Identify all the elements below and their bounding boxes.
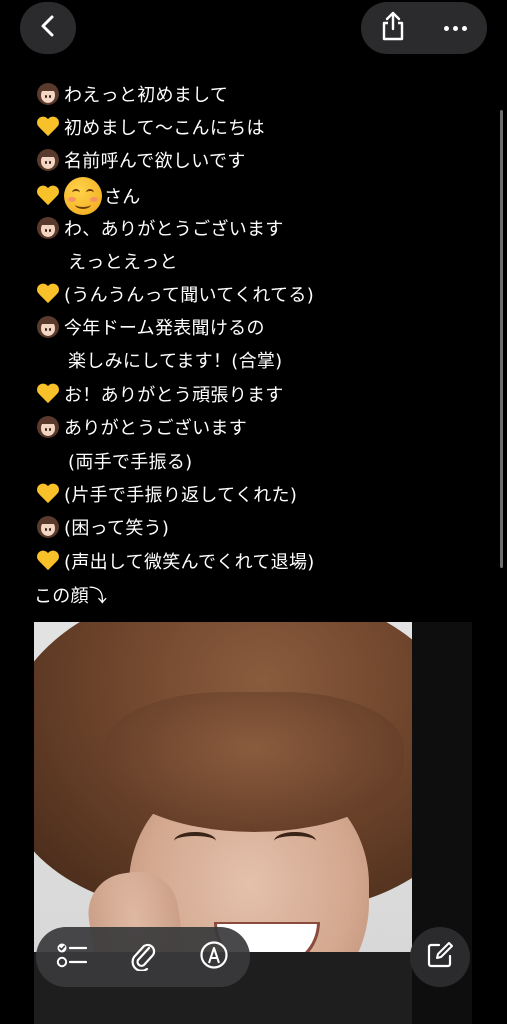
note-line-text: お！ありがとう頑張ります [64, 385, 284, 406]
ellipsis-icon [444, 25, 467, 31]
note-footer: この顔⤵︎ [34, 578, 107, 612]
markup-button[interactable] [188, 931, 240, 983]
yellow-heart-emoji-icon [34, 113, 62, 141]
girl-emoji-icon [34, 146, 62, 174]
note-line-text: 楽しみにしてます！(合掌) [68, 351, 283, 372]
back-button[interactable] [20, 2, 76, 54]
note-line: 今年ドーム発表聞けるの [34, 310, 265, 344]
girl-emoji-icon [34, 214, 62, 242]
share-button[interactable] [361, 2, 424, 54]
note-line: (うんうんって聞いてくれてる) [34, 277, 314, 311]
note-line: (困って笑う) [34, 510, 169, 544]
note-line: わえっと初めまして [34, 77, 228, 111]
top-actions [361, 2, 487, 54]
note-line: お！ありがとう頑張ります [34, 377, 284, 411]
yellow-heart-emoji-icon [34, 280, 62, 308]
note-line: 名前呼んで欲しいです [34, 143, 246, 177]
note-line-text: (片手で手振り返してくれた) [64, 485, 298, 506]
share-icon [380, 11, 406, 45]
markup-pen-icon [199, 940, 229, 974]
note-line-text: 初めまして〜こんにちは [64, 118, 265, 139]
note-line: ありがとうございます [34, 410, 247, 444]
note-line: 楽しみにしてます！(合掌) [68, 343, 283, 377]
scrollbar[interactable] [500, 110, 503, 568]
note-line-text: わえっと初めまして [64, 85, 229, 106]
girl-emoji-icon [34, 80, 62, 108]
note-line-text: (声出して微笑んでくれて退場) [64, 552, 315, 573]
note-line-text: えっとえっと [68, 252, 178, 273]
girl-emoji-icon [34, 513, 62, 541]
paperclip-icon [129, 939, 157, 975]
girl-emoji-icon [34, 413, 62, 441]
note-line: さん [34, 176, 141, 216]
note-footer-text: この顔⤵︎ [34, 586, 108, 607]
note-line: (声出して微笑んでくれて退場) [34, 544, 315, 578]
yellow-heart-emoji-icon [34, 480, 62, 508]
checklist-button[interactable] [46, 931, 98, 983]
note-line-text: 名前呼んで欲しいです [64, 151, 246, 172]
yellow-heart-emoji-icon [34, 380, 62, 408]
attach-button[interactable] [117, 931, 169, 983]
chevron-left-icon [38, 14, 58, 42]
bottom-toolbar [36, 927, 250, 987]
note-line-text: (うんうんって聞いてくれてる) [64, 285, 315, 306]
note-line: (片手で手振り返してくれた) [34, 477, 297, 511]
smiling-face-emoji-icon [64, 177, 102, 215]
more-button[interactable] [424, 2, 487, 54]
note-line: えっとえっと [68, 244, 178, 278]
note-line: わ、ありがとうございます [34, 211, 284, 245]
note-line-text: (困って笑う) [64, 518, 170, 539]
note-line-text: ありがとうございます [64, 418, 247, 439]
note-line-text: さん [104, 187, 141, 208]
note-line: 初めまして〜こんにちは [34, 110, 265, 144]
yellow-heart-emoji-icon [34, 547, 62, 575]
compose-button[interactable] [410, 927, 470, 987]
note-line: (両手で手振る) [68, 444, 192, 478]
checklist-icon [56, 941, 88, 973]
compose-icon [425, 940, 455, 974]
girl-emoji-icon [34, 313, 62, 341]
note-line-text: (両手で手振る) [68, 452, 193, 473]
note-line-text: 今年ドーム発表聞けるの [64, 318, 265, 339]
note-line-text: わ、ありがとうございます [64, 219, 284, 240]
yellow-heart-emoji-icon [34, 182, 62, 210]
